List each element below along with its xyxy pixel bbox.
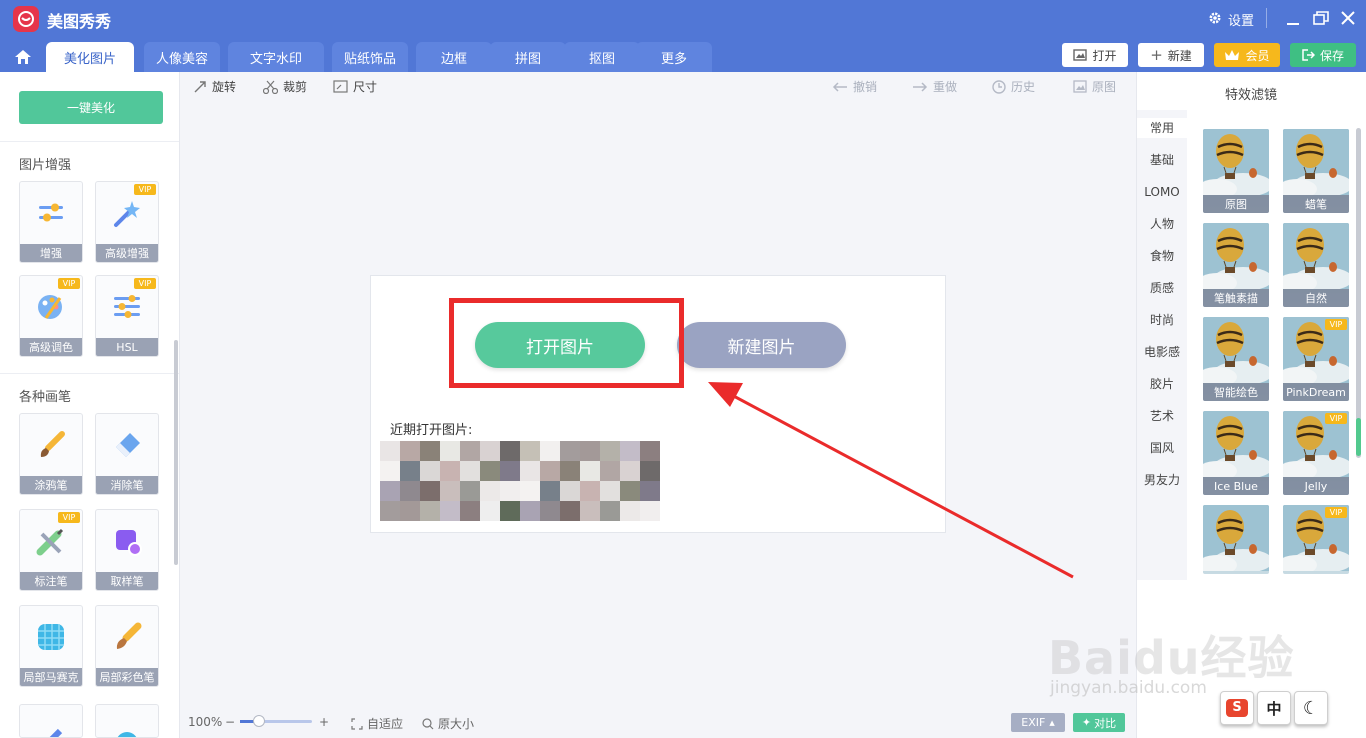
zoom-slider[interactable] — [240, 715, 312, 727]
filter-category-item[interactable]: 国风 — [1137, 438, 1187, 458]
filter-category-item[interactable]: LOMO — [1137, 182, 1187, 202]
exif-label: EXIF — [1021, 716, 1046, 729]
filter-thumbnail[interactable]: 蜡笔 — [1283, 129, 1349, 213]
filter-category-item[interactable]: 男友力 — [1137, 470, 1187, 490]
filter-category-item[interactable]: 基础 — [1137, 150, 1187, 170]
ime-chinese-mode-button[interactable]: 中 — [1257, 691, 1291, 725]
filter-thumbnail[interactable]: VIP Jelly — [1283, 411, 1349, 495]
moon-icon: ☾ — [1302, 697, 1320, 719]
filter-panel-title: 特效滤镜 — [1224, 88, 1277, 103]
plus-icon: + — [319, 715, 330, 729]
filter-scroll-indicator — [1356, 418, 1361, 456]
vip-badge: VIP — [1325, 319, 1347, 330]
caret-up-icon: ▲ — [1049, 718, 1055, 727]
compare-label: 对比 — [1094, 716, 1117, 730]
ime-night-mode-button[interactable]: ☾ — [1294, 691, 1328, 725]
vip-badge: VIP — [1325, 507, 1347, 518]
fit-label: 自适应 — [367, 717, 404, 731]
zoom-out-button[interactable]: − — [225, 715, 235, 729]
exif-button[interactable]: EXIF ▲ — [1011, 713, 1065, 732]
filter-panel-scrollbar[interactable] — [1356, 128, 1361, 458]
filter-thumbnail[interactable] — [1203, 505, 1269, 574]
filter-category-item[interactable]: 食物 — [1137, 246, 1187, 266]
filter-label: Ice Blue — [1203, 477, 1269, 495]
ime-sogou-logo[interactable]: S — [1220, 691, 1254, 725]
filter-thumbnail[interactable]: VIP PinkDream — [1283, 317, 1349, 401]
filter-category-item[interactable]: 电影感 — [1137, 342, 1187, 362]
filter-label: 智能绘色 — [1203, 383, 1269, 401]
fit-button[interactable]: 自适应 — [351, 715, 403, 732]
filter-thumbnail[interactable]: 原图 — [1203, 129, 1269, 213]
filter-category-item[interactable]: 常用 — [1137, 118, 1187, 138]
sogou-s-icon: S — [1226, 699, 1248, 717]
fit-icon — [351, 717, 363, 730]
actual-size-label: 原大小 — [438, 717, 475, 731]
filter-label: PinkDream — [1283, 383, 1349, 401]
zoom-level: 100% — [188, 715, 222, 729]
filter-category-item[interactable]: 艺术 — [1137, 406, 1187, 426]
app-window: 美图秀秀 设置 美化图片 人像美容 文字水印 贴纸饰品 边框 拼图 抠图 更多 — [0, 0, 1366, 738]
filter-thumbnail[interactable]: VIP — [1283, 505, 1349, 574]
filter-thumbnail[interactable]: 笔触素描 — [1203, 223, 1269, 307]
zoom-value: 100% — [188, 715, 223, 729]
minus-icon: − — [225, 715, 236, 729]
actual-size-button[interactable]: 原大小 — [422, 715, 474, 732]
compare-button[interactable]: ✦ 对比 — [1073, 713, 1125, 732]
filter-label: 笔触素描 — [1203, 289, 1269, 307]
magnifier-icon — [422, 717, 434, 729]
filter-thumbnail[interactable]: Ice Blue — [1203, 411, 1269, 495]
filter-label: 蜡笔 — [1283, 195, 1349, 213]
zoom-in-button[interactable]: + — [319, 715, 329, 729]
filter-category-item[interactable]: 质感 — [1137, 278, 1187, 298]
filter-thumbnail[interactable]: 自然 — [1283, 223, 1349, 307]
filter-category-item[interactable]: 胶片 — [1137, 374, 1187, 394]
filter-thumbnail[interactable]: 智能绘色 — [1203, 317, 1269, 401]
filter-category-item[interactable]: 时尚 — [1137, 310, 1187, 330]
baidu-watermark-url: jingyan.baidu.com — [1050, 678, 1207, 698]
filter-label: Jelly — [1283, 477, 1349, 495]
filter-label: 原图 — [1203, 195, 1269, 213]
sparkle-icon: ✦ — [1081, 716, 1092, 729]
zoom-slider-knob[interactable] — [253, 715, 265, 727]
vip-badge: VIP — [1325, 413, 1347, 424]
filter-category-item[interactable]: 人物 — [1137, 214, 1187, 234]
filter-label: 自然 — [1283, 289, 1349, 307]
